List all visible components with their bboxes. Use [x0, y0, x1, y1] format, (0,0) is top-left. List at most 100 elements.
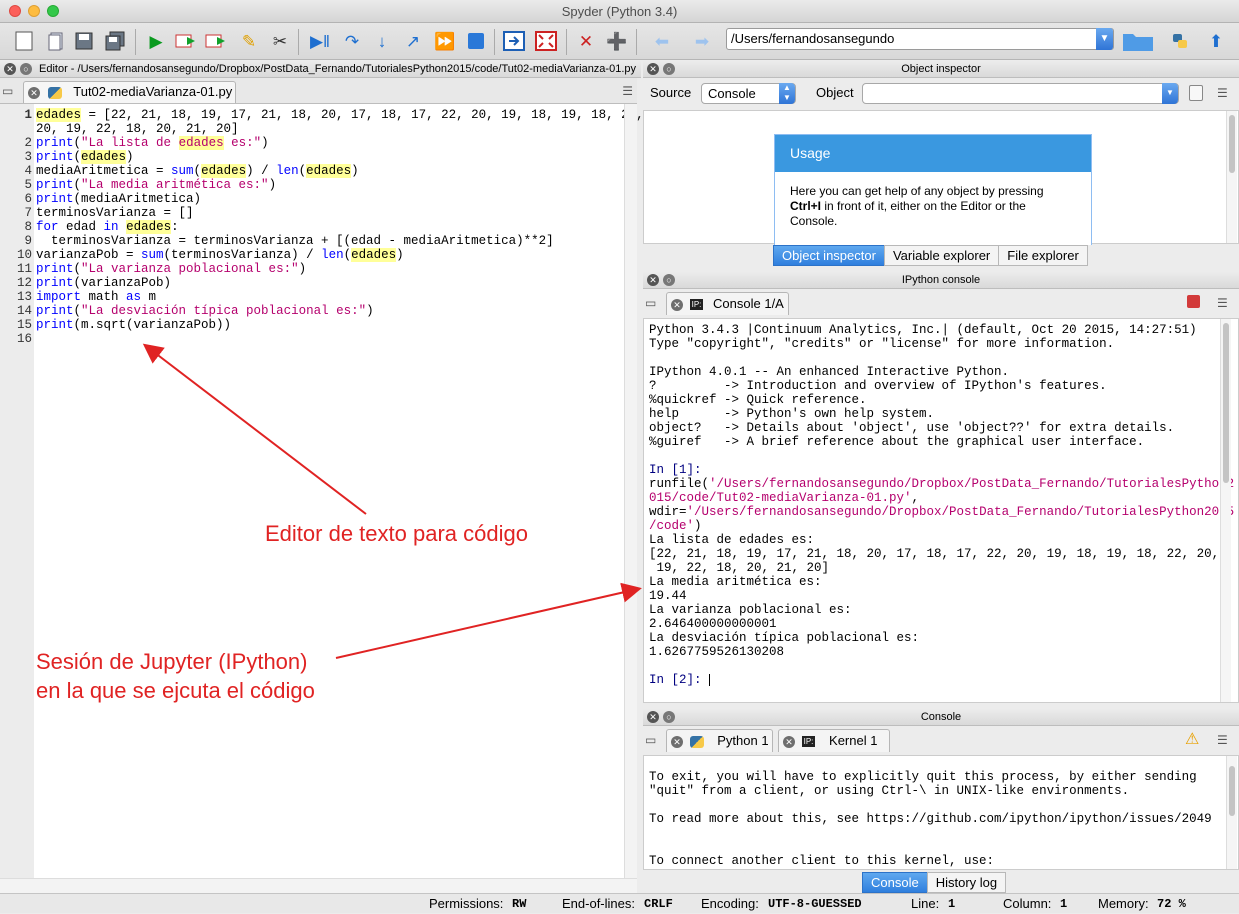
memory-label: Memory:: [1098, 896, 1149, 911]
output-line: [22, 21, 18, 19, 17, 21, 18, 20, 17, 18,…: [649, 547, 1220, 561]
close-tab-icon[interactable]: ✕: [783, 735, 795, 748]
usage-text-3: Console.: [790, 214, 838, 228]
tab-file-explorer[interactable]: File explorer: [998, 245, 1088, 266]
tab-console-1a[interactable]: ✕ IP: Console 1/A: [666, 292, 789, 315]
select-arrows-icon: ▲ ▼: [779, 83, 795, 104]
output-line: La desviación típica poblacional es:: [649, 631, 920, 645]
console-pane-header: ✕ ○ Console: [643, 708, 1239, 726]
console-output-area[interactable]: To exit, you will have to explicitly qui…: [643, 755, 1239, 870]
encoding-value: UTF-8-GUESSED: [768, 897, 862, 911]
options-menu-icon[interactable]: ☰: [1217, 86, 1228, 100]
memory-value: 72 %: [1157, 897, 1186, 911]
ipython-tab-label: Console 1/A: [713, 296, 784, 311]
console-bottom-tabs: Console History log: [862, 872, 1007, 893]
line-value: 1: [948, 897, 956, 911]
close-tab-icon[interactable]: ✕: [671, 298, 683, 311]
ipython-pane-header: ✕ ○ IPython console: [643, 271, 1239, 289]
eol-value: CRLF: [644, 897, 673, 911]
arrow-to-editor: [142, 343, 367, 515]
usage-shortcut: Ctrl+I: [790, 199, 822, 213]
tab-console[interactable]: Console: [862, 872, 928, 893]
permissions-value: RW: [512, 897, 527, 911]
usage-text-1: Here you can get help of any object by p…: [790, 184, 1044, 198]
forward-arrow-icon[interactable]: ➡: [690, 29, 714, 53]
usage-title: Usage: [775, 135, 1091, 172]
inspector-scrollbar[interactable]: [1226, 111, 1237, 243]
usage-text-2: in front of it, either on the Editor or …: [821, 199, 1026, 213]
banner-line: Python 3.4.3 |Continuum Analytics, Inc.|…: [649, 323, 1197, 337]
spyder-window: Spyder (Python 3.4) ▶ ✎ ✂ ▶‖ ↷ ↓ ↗ ⏩ ✕ ➕…: [0, 0, 1239, 913]
chevron-down-icon[interactable]: ▼: [1162, 83, 1178, 104]
source-select[interactable]: Console ▲ ▼: [701, 83, 796, 104]
chevron-down-icon[interactable]: ▼: [1096, 28, 1113, 50]
tab-python-1[interactable]: ✕ Python 1: [666, 729, 773, 752]
usage-text: Here you can get help of any object by p…: [775, 172, 1091, 241]
browse-tabs-icon[interactable]: ▭: [645, 733, 656, 747]
tab-variable-explorer[interactable]: Variable explorer: [883, 245, 1000, 266]
annotation-console-line2: en la que se ejcuta el código: [36, 678, 315, 703]
kernel-tab-label: Kernel 1: [829, 733, 878, 748]
console-title: Console: [920, 711, 962, 723]
annotation-arrows: [142, 343, 642, 659]
wdir-line: /code'): [649, 519, 702, 533]
output-line: 2.646400000000001: [649, 617, 777, 631]
console-line: To exit, you will have to explicitly qui…: [649, 770, 1197, 784]
annotation-editor: Editor de texto para código: [265, 521, 528, 546]
tab-object-inspector[interactable]: Object inspector: [773, 245, 885, 266]
input-prompt: In [1]:: [649, 463, 702, 477]
parent-directory-icon[interactable]: ⬆: [1204, 29, 1228, 53]
eol-label: End-of-lines:: [562, 896, 635, 911]
python-logo-icon[interactable]: [1168, 29, 1192, 53]
ipython-icon: IP:: [801, 736, 816, 748]
options-menu-icon[interactable]: ☰: [1217, 296, 1228, 310]
options-menu-icon[interactable]: ☰: [1217, 733, 1228, 747]
folder-icon[interactable]: [1122, 29, 1154, 53]
console-pane: ✕ ○ Console ▭ ✕ Python 1 ✕ IP: Kernel 1 …: [643, 708, 1239, 893]
python-logo-icon: [689, 735, 704, 748]
output-line: La lista de edades es:: [649, 533, 815, 547]
working-directory-value: /Users/fernandosansegundo: [731, 31, 895, 46]
tab-kernel-1[interactable]: ✕ IP: Kernel 1: [778, 729, 890, 752]
ipython-scrollbar[interactable]: [1220, 319, 1231, 702]
annotation-console-line1: Sesión de Jupyter (IPython): [36, 649, 308, 674]
source-select-value: Console: [708, 86, 756, 101]
lock-icon[interactable]: [1189, 85, 1203, 101]
object-label: Object: [816, 85, 854, 100]
column-value: 1: [1060, 897, 1068, 911]
ipython-console-pane: ✕ ○ IPython console ▭ ✕ IP: Console 1/A …: [643, 271, 1239, 705]
banner-line: IPython 4.0.1 -- An enhanced Interactive…: [649, 365, 1010, 379]
output-line: La varianza poblacional es:: [649, 603, 852, 617]
console-scrollbar[interactable]: [1226, 756, 1237, 869]
output-line: La media aritmética es:: [649, 575, 822, 589]
banner-line: object? -> Details about 'object', use '…: [649, 421, 1175, 435]
python-tab-label: Python 1: [717, 733, 769, 748]
ipython-output-area[interactable]: Python 3.4.3 |Continuum Analytics, Inc.|…: [643, 318, 1239, 703]
stop-kernel-icon[interactable]: [1187, 295, 1200, 308]
runfile-line: runfile('/Users/fernandosansegundo/Dropb…: [649, 477, 1235, 491]
status-bar: Permissions: RW End-of-lines: CRLF Encod…: [0, 893, 1239, 913]
banner-line: Type "copyright", "credits" or "license"…: [649, 337, 1115, 351]
inspector-pane-header: ✕ ○ Object inspector: [643, 60, 1239, 78]
console-line: "quit" from a client, or using Ctrl-\ in…: [649, 784, 1130, 798]
input-prompt: In [2]:: [649, 673, 702, 687]
usage-box: Usage Here you can get help of any objec…: [774, 134, 1092, 245]
browse-tabs-icon[interactable]: ▭: [645, 296, 656, 310]
inspector-content: Usage Here you can get help of any objec…: [643, 110, 1239, 245]
ipython-title: IPython console: [901, 274, 981, 286]
console-line: To read more about this, see https://git…: [649, 812, 1212, 826]
working-directory-input[interactable]: /Users/fernandosansegundo ▼: [726, 28, 1114, 50]
source-label: Source: [650, 85, 692, 100]
output-line: 19.44: [649, 589, 687, 603]
inspector-title: Object inspector: [901, 63, 981, 75]
inspector-bottom-tabs: Object inspector Variable explorer File …: [773, 245, 1088, 266]
warning-icon: ⚠: [1185, 731, 1200, 748]
object-input[interactable]: ▼: [862, 83, 1179, 104]
console-text: To exit, you will have to explicitly qui…: [649, 770, 1221, 868]
banner-line: %guiref -> A brief reference about the g…: [649, 435, 1145, 449]
close-tab-icon[interactable]: ✕: [671, 735, 683, 748]
line-label: Line:: [911, 896, 940, 911]
output-line: 1.6267759526130208: [649, 645, 785, 659]
output-line: 19, 22, 18, 20, 21, 20]: [649, 561, 830, 575]
permissions-label: Permissions:: [429, 896, 504, 911]
tab-history-log[interactable]: History log: [926, 872, 1007, 893]
